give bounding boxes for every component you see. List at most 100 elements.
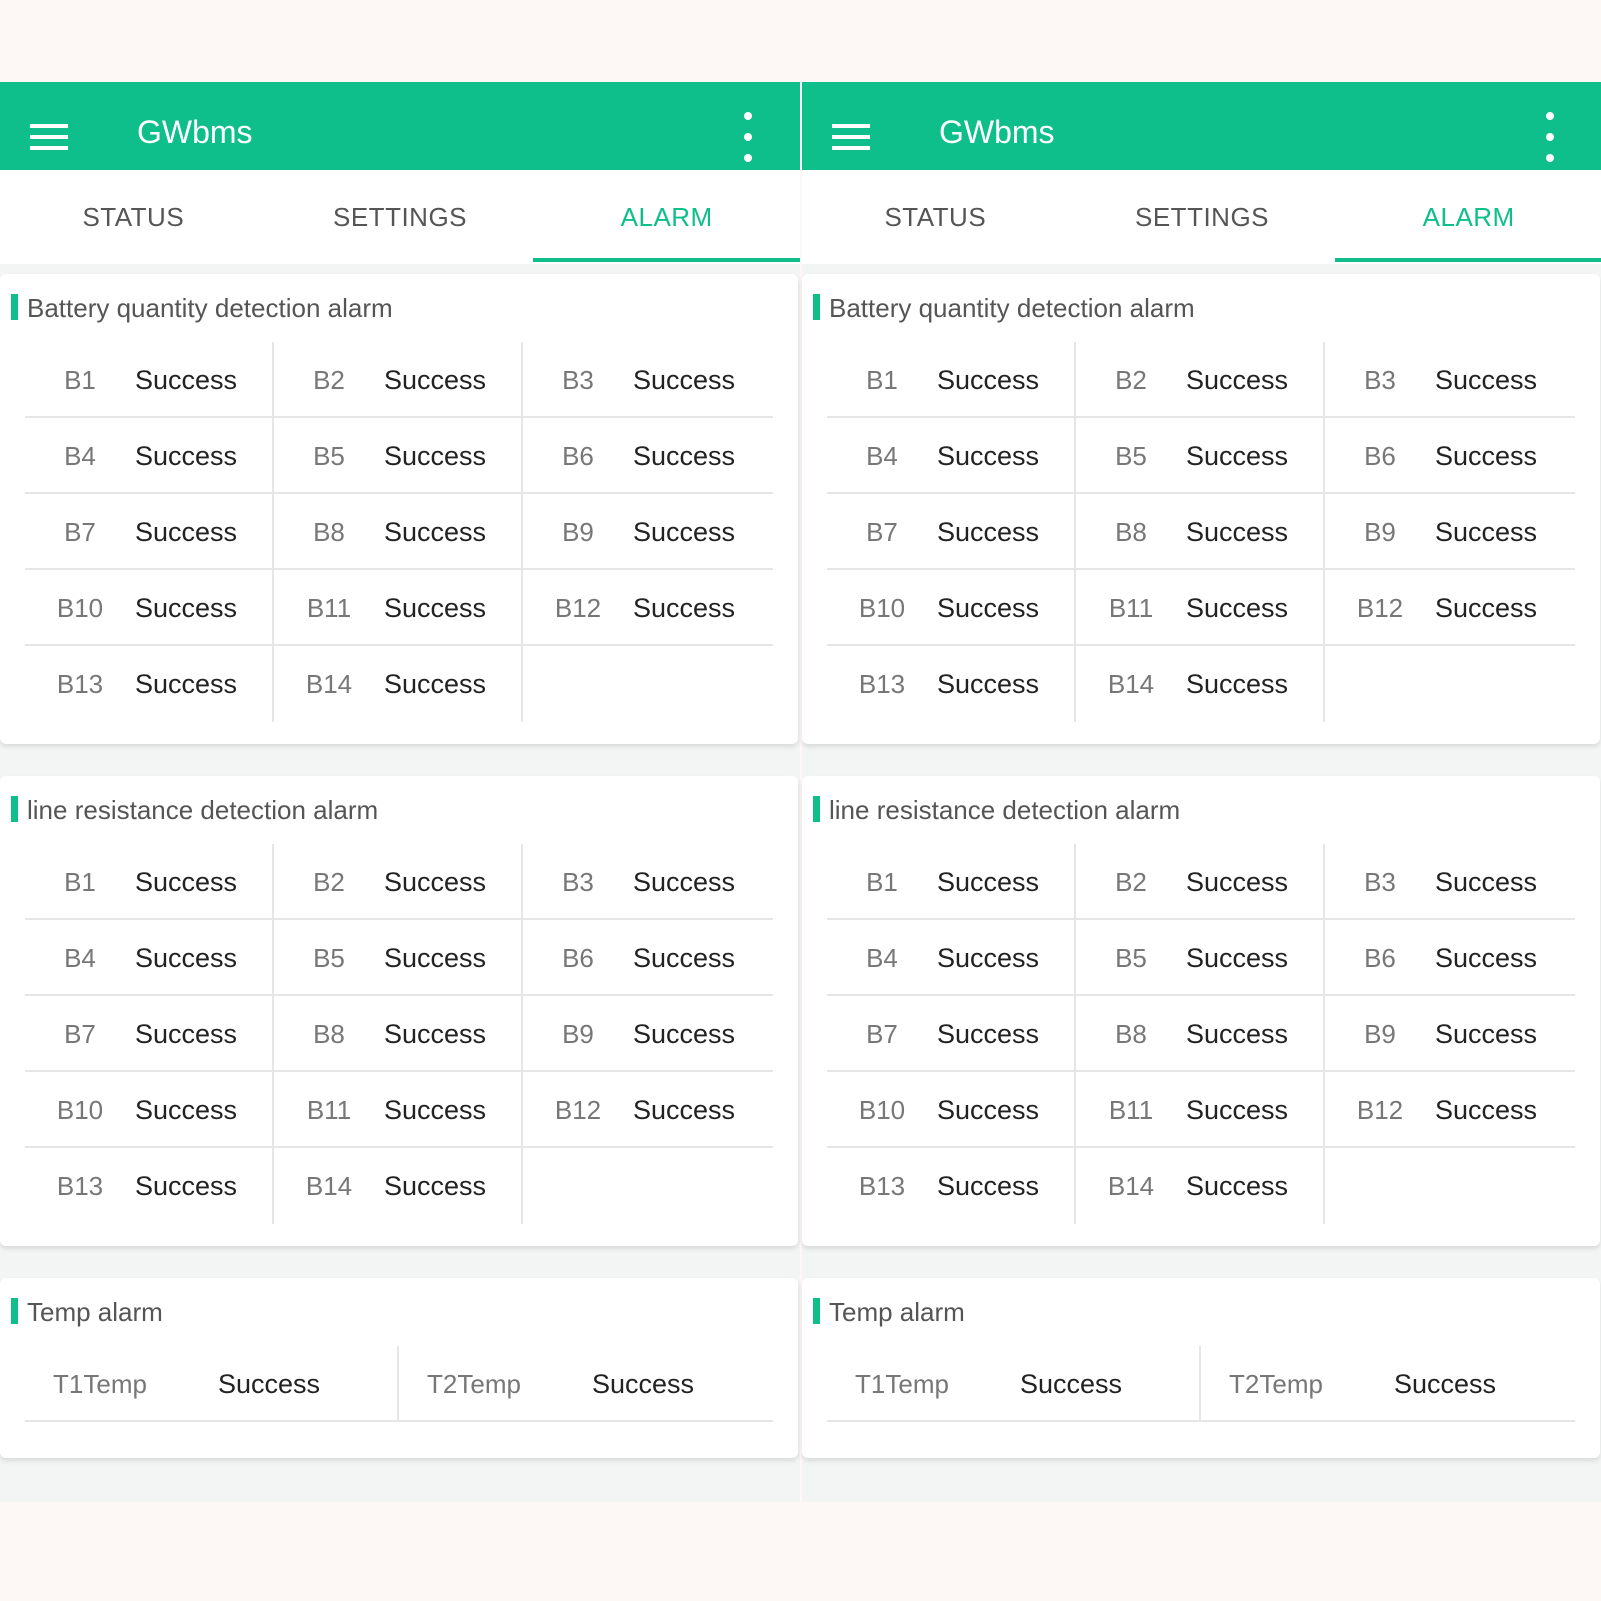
- alarm-status-value: Success: [1394, 1369, 1497, 1399]
- alarm-status-value: Success: [1186, 867, 1289, 897]
- alarm-cell: B5 Success: [274, 920, 523, 994]
- battery-label: B3: [1364, 867, 1396, 897]
- alarm-status-value: Success: [592, 1369, 695, 1399]
- battery-label: B6: [1364, 943, 1396, 973]
- battery-label: B12: [554, 593, 602, 623]
- battery-label: B11: [1108, 1095, 1154, 1125]
- card-header: Temp alarm: [802, 1278, 1600, 1342]
- battery-label: B7: [64, 517, 96, 547]
- alarm-status-value: Success: [937, 943, 1040, 973]
- alarm-cell: B13 Success: [827, 646, 1076, 722]
- battery-label: B7: [866, 517, 898, 547]
- alarm-row: B1 Success B2 Success B3 Success: [827, 342, 1575, 418]
- alarm-cell: B5 Success: [1076, 418, 1325, 492]
- alarm-cell: B9 Success: [523, 996, 772, 1070]
- alarm-status-value: Success: [1186, 517, 1289, 547]
- alarm-cell: B7 Success: [827, 996, 1076, 1070]
- alarm-row: B1 Success B2 Success B3 Success: [25, 342, 773, 418]
- alarm-cell: B2 Success: [1076, 342, 1325, 416]
- battery-label: B6: [562, 441, 594, 471]
- battery-label: B13: [858, 1171, 906, 1201]
- tab-status[interactable]: STATUS: [0, 170, 267, 264]
- card-header: line resistance detection alarm: [802, 776, 1600, 840]
- alarm-status-value: Success: [384, 1019, 487, 1049]
- section-title: Temp alarm: [27, 1297, 163, 1327]
- hamburger-menu-icon[interactable]: [30, 124, 68, 150]
- alarm-status-value: Success: [135, 365, 238, 395]
- battery-label: B8: [1115, 1019, 1147, 1049]
- alarm-cell: B10 Success: [827, 1072, 1076, 1146]
- tab-settings[interactable]: SETTINGS: [267, 170, 534, 264]
- alarm-status-value: Success: [384, 867, 487, 897]
- battery-label: B3: [562, 867, 594, 897]
- alarm-cell: B12 Success: [1325, 570, 1574, 644]
- card-header: Temp alarm: [0, 1278, 798, 1342]
- hamburger-menu-icon[interactable]: [832, 124, 870, 150]
- battery-label: B8: [313, 1019, 345, 1049]
- alarm-row: B13 Success B14 Success: [827, 1148, 1575, 1224]
- alarm-row: B7 Success B8 Success B9 Success: [827, 996, 1575, 1072]
- tab-settings[interactable]: SETTINGS: [1069, 170, 1336, 264]
- battery-label: B3: [562, 365, 594, 395]
- battery-label: B9: [1364, 1019, 1396, 1049]
- tab-alarm[interactable]: ALARM: [1335, 170, 1601, 264]
- more-options-icon[interactable]: [744, 112, 754, 164]
- more-options-icon[interactable]: [1546, 112, 1556, 164]
- alarm-cell: B12 Success: [523, 570, 772, 644]
- alarm-status-value: Success: [633, 365, 736, 395]
- alarm-status-value: Success: [1186, 365, 1289, 395]
- alarm-grid: T1Temp Success T2Temp Success: [25, 1346, 773, 1422]
- battery-label: B2: [1115, 867, 1147, 897]
- alarm-cell: B8 Success: [274, 494, 523, 568]
- battery-label: B7: [64, 1019, 96, 1049]
- battery-label: B2: [1115, 365, 1147, 395]
- alarm-cell: B14 Success: [274, 646, 523, 722]
- alarm-cell: B6 Success: [523, 920, 772, 994]
- battery-label: B1: [866, 867, 898, 897]
- battery-label: T1Temp: [855, 1369, 949, 1399]
- alarm-cell: B4 Success: [25, 418, 274, 492]
- alarm-status-value: Success: [633, 1019, 736, 1049]
- alarm-cell: T1Temp Success: [25, 1346, 399, 1420]
- alarm-status-value: Success: [937, 1171, 1040, 1201]
- alarm-row: B7 Success B8 Success B9 Success: [25, 494, 773, 570]
- tab-status[interactable]: STATUS: [802, 170, 1069, 264]
- alarm-status-value: Success: [1435, 1095, 1538, 1125]
- phone-screen-left: GWbms STATUS SETTINGS ALARM Battery quan…: [0, 82, 800, 1502]
- alarm-status-value: Success: [937, 1095, 1040, 1125]
- alarm-cell: [523, 1148, 772, 1224]
- alarm-row: B7 Success B8 Success B9 Success: [25, 996, 773, 1072]
- battery-label: B14: [305, 669, 353, 699]
- temp-alarm-card: Temp alarm T1Temp Success T2Temp Success: [0, 1278, 798, 1458]
- alarm-row: B10 Success B11 Success B12 Success: [25, 1072, 773, 1148]
- alarm-cell: B1 Success: [827, 844, 1076, 918]
- line-resistance-alarm-card: line resistance detection alarm B1 Succes…: [0, 776, 798, 1246]
- battery-label: B12: [1356, 1095, 1404, 1125]
- alarm-row: B4 Success B5 Success B6 Success: [827, 418, 1575, 494]
- alarm-grid: B1 Success B2 Success B3 Success B4 Success B5 Su…: [25, 342, 773, 722]
- alarm-row: B10 Success B11 Success B12 Success: [25, 570, 773, 646]
- alarm-cell: B12 Success: [1325, 1072, 1574, 1146]
- alarm-status-value: Success: [1186, 943, 1289, 973]
- tab-alarm[interactable]: ALARM: [533, 170, 800, 264]
- section-accent-bar: [11, 294, 18, 320]
- section-accent-bar: [813, 796, 820, 822]
- alarm-cell: B10 Success: [827, 570, 1076, 644]
- alarm-status-value: Success: [1186, 1171, 1289, 1201]
- alarm-row: B4 Success B5 Success B6 Success: [25, 418, 773, 494]
- alarm-cell: B7 Success: [25, 996, 274, 1070]
- battery-label: B5: [1115, 943, 1147, 973]
- battery-label: B11: [306, 593, 352, 623]
- alarm-grid: B1 Success B2 Success B3 Success B4 Success B5 Su…: [25, 844, 773, 1224]
- battery-label: B2: [313, 365, 345, 395]
- alarm-cell: B2 Success: [1076, 844, 1325, 918]
- temp-alarm-card: Temp alarm T1Temp Success T2Temp Success: [802, 1278, 1600, 1458]
- battery-label: B9: [562, 517, 594, 547]
- battery-label: B14: [1107, 669, 1155, 699]
- battery-label: B12: [554, 1095, 602, 1125]
- battery-label: B11: [306, 1095, 352, 1125]
- alarm-grid: B1 Success B2 Success B3 Success B4 Success B5 Su…: [827, 844, 1575, 1224]
- alarm-cell: T1Temp Success: [827, 1346, 1201, 1420]
- battery-label: B4: [64, 441, 96, 471]
- alarm-status-value: Success: [384, 441, 487, 471]
